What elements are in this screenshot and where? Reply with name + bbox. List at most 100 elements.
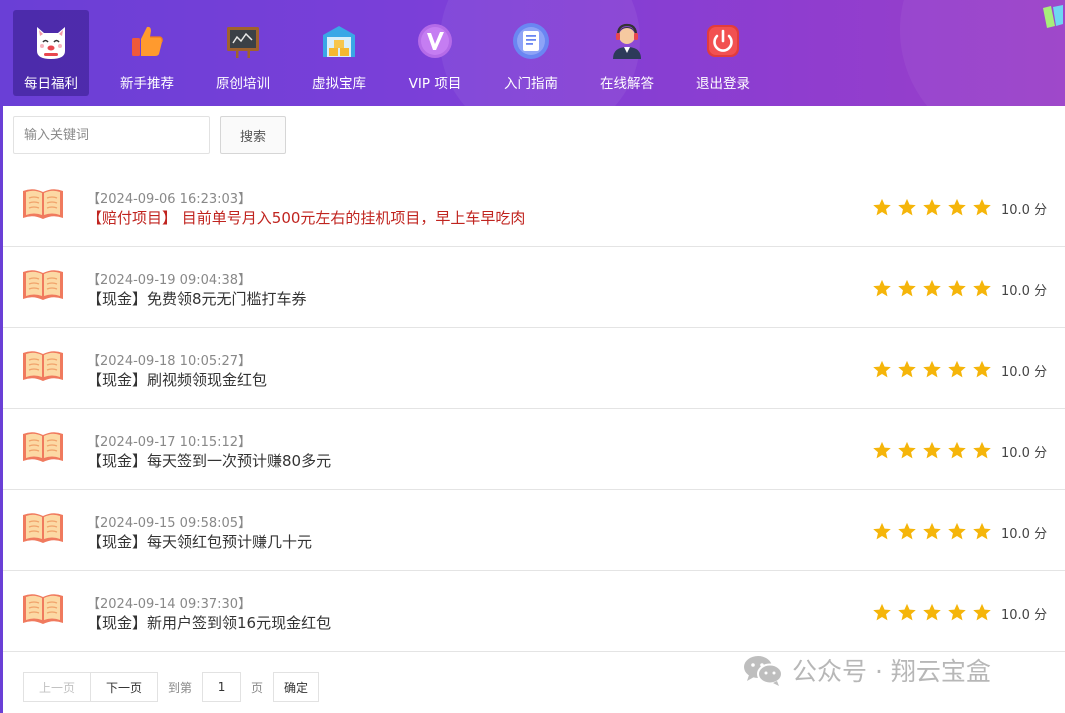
nav-item-getting-started[interactable]: 入门指南 bbox=[493, 10, 569, 96]
star-icon bbox=[894, 278, 919, 298]
item-date: 【2024-09-15 09:58:05】 bbox=[87, 516, 252, 531]
guide-document-icon bbox=[510, 20, 552, 62]
item-date: 【2024-09-17 10:15:12】 bbox=[87, 435, 252, 450]
pagination: 上一页 下一页 到第 页 确定 bbox=[23, 672, 320, 702]
page-unit-label: 页 bbox=[251, 680, 264, 695]
nav-label: 新手推荐 bbox=[120, 76, 174, 92]
list-item[interactable]: 【2024-09-14 09:37:30】 【现金】新用户签到领16元现金红包 10… bbox=[3, 571, 1065, 652]
list-item[interactable]: 【2024-09-17 10:15:12】 【现金】每天签到一次预计赚80多元 10… bbox=[3, 409, 1065, 490]
nav-label: VIP 项目 bbox=[408, 76, 462, 92]
star-icon bbox=[869, 197, 894, 217]
nav-item-online-answers[interactable]: 在线解答 bbox=[589, 10, 665, 96]
star-icon bbox=[894, 521, 919, 541]
star-icon bbox=[944, 197, 969, 217]
star-icon bbox=[969, 359, 994, 379]
watermark-text: 公众号 · 翔云宝盒 bbox=[792, 657, 991, 686]
star-icon bbox=[869, 521, 894, 541]
star-icon bbox=[869, 602, 894, 622]
item-title-link[interactable]: 【现金】每天签到一次预计赚80多元 bbox=[87, 450, 331, 471]
vip-badge-icon bbox=[414, 20, 456, 62]
nav-item-beginner-picks[interactable]: 新手推荐 bbox=[109, 10, 185, 96]
book-icon bbox=[21, 509, 65, 545]
power-off-icon bbox=[702, 20, 744, 62]
nav-label: 每日福利 bbox=[24, 76, 78, 92]
star-rating bbox=[869, 440, 994, 460]
item-score: 10.0 分 bbox=[1001, 203, 1048, 218]
star-icon bbox=[894, 359, 919, 379]
nav-label: 原创培训 bbox=[216, 76, 270, 92]
lucky-cat-icon bbox=[30, 20, 72, 62]
star-icon bbox=[919, 197, 944, 217]
watermark: 公众号 · 翔云宝盒 bbox=[742, 652, 991, 688]
goto-label: 到第 bbox=[168, 680, 193, 695]
book-icon bbox=[21, 428, 65, 464]
list-item[interactable]: 【2024-09-18 10:05:27】 【现金】刷视频领现金红包 10.0 分 bbox=[3, 328, 1065, 409]
item-title-link[interactable]: 【赔付项目】 目前单号月入500元左右的挂机项目，早上车早吃肉 bbox=[87, 207, 525, 228]
prev-page-button[interactable]: 上一页 bbox=[23, 672, 91, 702]
book-icon bbox=[21, 185, 65, 221]
star-icon bbox=[894, 602, 919, 622]
star-icon bbox=[944, 602, 969, 622]
item-date: 【2024-09-06 16:23:03】 bbox=[87, 192, 252, 207]
wechat-icon bbox=[742, 653, 784, 687]
item-date: 【2024-09-14 09:37:30】 bbox=[87, 597, 252, 612]
star-rating bbox=[869, 278, 994, 298]
item-score: 10.0 分 bbox=[1001, 446, 1048, 461]
star-icon bbox=[944, 440, 969, 460]
star-icon bbox=[969, 602, 994, 622]
item-title-link[interactable]: 【现金】免费领8元无门槛打车券 bbox=[87, 288, 307, 309]
item-score: 10.0 分 bbox=[1001, 527, 1048, 542]
star-icon bbox=[919, 359, 944, 379]
item-score: 10.0 分 bbox=[1001, 284, 1048, 299]
item-score: 10.0 分 bbox=[1001, 608, 1048, 623]
top-navigation: 每日福利 新手推荐 原创培训 虚拟宝库 VIP 项目 入门指南 在线解答 退出登… bbox=[0, 0, 1065, 106]
item-title-link[interactable]: 【现金】每天领红包预计赚几十元 bbox=[87, 531, 312, 552]
corner-logo-icon bbox=[1041, 4, 1065, 30]
star-icon bbox=[894, 197, 919, 217]
star-rating bbox=[869, 602, 994, 622]
nav-item-original-training[interactable]: 原创培训 bbox=[205, 10, 281, 96]
search-button[interactable]: 搜索 bbox=[220, 116, 286, 154]
search-input[interactable] bbox=[13, 116, 210, 154]
page-number-input[interactable] bbox=[202, 672, 242, 702]
item-date: 【2024-09-19 09:04:38】 bbox=[87, 273, 252, 288]
star-icon bbox=[969, 440, 994, 460]
nav-item-virtual-treasury[interactable]: 虚拟宝库 bbox=[301, 10, 377, 96]
nav-label: 入门指南 bbox=[504, 76, 558, 92]
nav-item-daily-welfare[interactable]: 每日福利 bbox=[13, 10, 89, 96]
next-page-button[interactable]: 下一页 bbox=[91, 672, 158, 702]
star-icon bbox=[919, 440, 944, 460]
star-rating bbox=[869, 521, 994, 541]
star-icon bbox=[969, 197, 994, 217]
star-icon bbox=[869, 278, 894, 298]
treasure-warehouse-icon bbox=[318, 20, 360, 62]
star-rating bbox=[869, 359, 994, 379]
thumbs-up-icon bbox=[126, 20, 168, 62]
star-icon bbox=[944, 278, 969, 298]
nav-label: 虚拟宝库 bbox=[312, 76, 366, 92]
list-item[interactable]: 【2024-09-15 09:58:05】 【现金】每天领红包预计赚几十元 10.0… bbox=[3, 490, 1065, 571]
support-agent-icon bbox=[606, 20, 648, 62]
star-icon bbox=[969, 278, 994, 298]
star-icon bbox=[969, 521, 994, 541]
nav-label: 在线解答 bbox=[600, 76, 654, 92]
chalkboard-icon bbox=[222, 20, 264, 62]
item-date: 【2024-09-18 10:05:27】 bbox=[87, 354, 252, 369]
book-icon bbox=[21, 347, 65, 383]
confirm-page-button[interactable]: 确定 bbox=[273, 672, 320, 702]
star-icon bbox=[944, 521, 969, 541]
item-title-link[interactable]: 【现金】新用户签到领16元现金红包 bbox=[87, 612, 331, 633]
nav-item-vip-projects[interactable]: VIP 项目 bbox=[397, 10, 473, 96]
item-title-link[interactable]: 【现金】刷视频领现金红包 bbox=[87, 369, 267, 390]
star-icon bbox=[869, 359, 894, 379]
star-icon bbox=[919, 278, 944, 298]
list-item[interactable]: 【2024-09-19 09:04:38】 【现金】免费领8元无门槛打车券 10.0… bbox=[3, 247, 1065, 328]
book-icon bbox=[21, 590, 65, 626]
item-score: 10.0 分 bbox=[1001, 365, 1048, 380]
star-icon bbox=[919, 602, 944, 622]
nav-item-logout[interactable]: 退出登录 bbox=[685, 10, 761, 96]
star-icon bbox=[944, 359, 969, 379]
star-icon bbox=[919, 521, 944, 541]
star-rating bbox=[869, 197, 994, 217]
list-item[interactable]: 【2024-09-06 16:23:03】 【赔付项目】 目前单号月入500元左右… bbox=[3, 166, 1065, 247]
